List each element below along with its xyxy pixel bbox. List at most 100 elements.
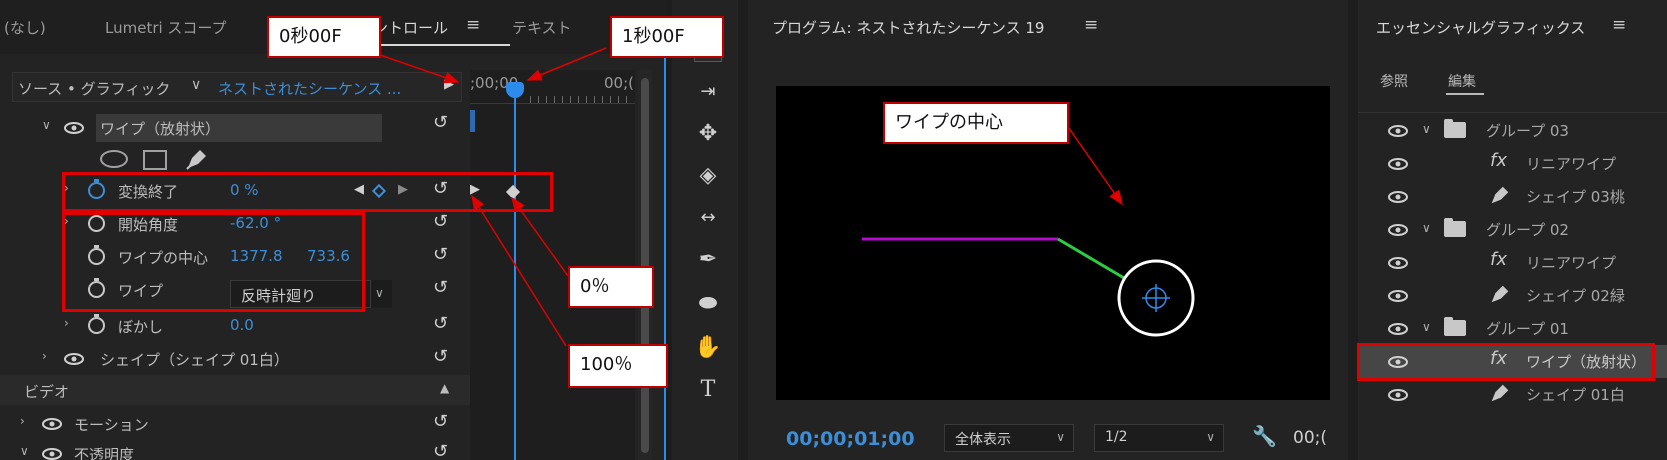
active-tab-underline — [1446, 93, 1484, 95]
section-label: ビデオ — [24, 383, 70, 401]
wrench-icon[interactable]: 🔧 — [1252, 424, 1277, 448]
chevron-down-icon[interactable]: ∨ — [191, 77, 201, 93]
effect-row-shape: › シェイプ（シェイプ 01白） ↺ — [0, 343, 470, 373]
layer-item[interactable]: シェイプ 02緑 — [1358, 279, 1667, 312]
layer-item[interactable]: シェイプ 01白 — [1358, 378, 1667, 411]
panel-menu-icon[interactable]: ≡ — [1612, 15, 1626, 35]
layer-item[interactable]: ∨ グループ 01 — [1358, 312, 1667, 345]
chevron-right-icon[interactable]: › — [64, 316, 69, 330]
layer-label: グループ 02 — [1486, 221, 1569, 239]
chevron-down-icon[interactable]: ∨ — [42, 118, 51, 132]
duration-display: 00;( — [1293, 428, 1327, 448]
timecode-display[interactable]: 00;00;01;00 — [786, 428, 915, 450]
divider — [1358, 112, 1667, 113]
chevron-down-icon[interactable]: ∨ — [370, 280, 392, 308]
zoom-select[interactable]: 全体表示 ∨ — [944, 424, 1074, 452]
rectangle-mask-icon[interactable] — [143, 150, 167, 170]
active-tab-underline — [378, 44, 510, 46]
layer-label: グループ 03 — [1486, 122, 1569, 140]
layer-label: シェイプ 02緑 — [1526, 287, 1625, 305]
reset-icon[interactable]: ↺ — [433, 411, 448, 432]
chevron-down-icon[interactable]: ∨ — [1422, 320, 1431, 334]
chevron-down-icon[interactable]: ∨ — [1422, 122, 1431, 136]
eye-icon[interactable] — [1388, 224, 1408, 236]
tab-browse[interactable]: 参照 — [1380, 71, 1408, 91]
eye-icon[interactable] — [64, 122, 84, 134]
source-clip-row: ソース • グラフィック ∨ ネストされたシーケンス ... — [12, 72, 462, 102]
eye-icon[interactable] — [1388, 158, 1408, 170]
eye-icon[interactable] — [1388, 191, 1408, 203]
monitor-title: プログラム: ネストされたシーケンス 19 — [772, 19, 1045, 37]
chevron-down-icon[interactable]: ∨ — [1422, 221, 1431, 235]
ellipse-tool-icon[interactable]: ⬬ — [694, 290, 722, 318]
essential-graphics-panel: エッセンシャルグラフィックス ≡ 参照 編集 ∨ グループ 03 fx リニアワ… — [1358, 0, 1667, 460]
chevron-right-icon[interactable]: › — [20, 414, 25, 428]
reset-icon[interactable]: ↺ — [433, 277, 448, 298]
reset-icon[interactable]: ↺ — [433, 346, 448, 367]
reset-icon[interactable]: ↺ — [433, 244, 448, 265]
callout-wipe-center: ワイプの中心 — [883, 102, 1069, 144]
effect-row-opacity: ∨ 不透明度 ↺ — [0, 440, 470, 460]
layer-label: シェイプ 01白 — [1526, 386, 1625, 404]
param-row-feather: › ぼかし 0.0 ↺ — [0, 310, 470, 340]
callout-zero-sec: 0秒00F — [267, 16, 381, 58]
folder-icon — [1444, 119, 1466, 138]
pen-tool-icon[interactable]: ✒ — [694, 246, 722, 274]
type-tool-icon[interactable]: T — [694, 376, 722, 404]
select-value: 1/2 — [1105, 429, 1128, 445]
eye-icon[interactable] — [42, 448, 62, 460]
program-monitor: プログラム: ネストされたシーケンス 19 ≡ 00;00;01;00 全体表示… — [748, 0, 1348, 460]
sequence-label[interactable]: ネストされたシーケンス ... — [218, 78, 401, 99]
collapse-icon[interactable]: ▲ — [440, 381, 449, 395]
param-value[interactable]: 0.0 — [230, 316, 254, 334]
panel-menu-icon[interactable]: ≡ — [1084, 15, 1098, 35]
stopwatch-icon[interactable] — [88, 314, 105, 334]
reset-icon[interactable]: ↺ — [433, 441, 448, 460]
layer-label: グループ 01 — [1486, 320, 1569, 338]
panel-menu-icon[interactable]: ≡ — [466, 15, 480, 35]
eye-icon[interactable] — [1388, 389, 1408, 401]
track-select-tool-icon[interactable]: ⇥ — [694, 78, 722, 106]
resolution-select[interactable]: 1/2 ∨ — [1094, 424, 1224, 452]
tab-edit[interactable]: 編集 — [1448, 71, 1476, 91]
ripple-edit-tool-icon[interactable]: ✥ — [694, 120, 722, 148]
chevron-down-icon[interactable]: ∨ — [20, 444, 29, 458]
source-label[interactable]: ソース • グラフィック — [18, 78, 170, 99]
slip-tool-icon[interactable]: ↔ — [694, 204, 722, 232]
reset-icon[interactable]: ↺ — [433, 211, 448, 232]
layer-label: シェイプ（シェイプ 01白） — [100, 351, 289, 369]
layer-item[interactable]: fx リニアワイプ — [1358, 246, 1667, 279]
pen-icon — [1491, 186, 1509, 204]
param-label: ぼかし — [118, 318, 164, 336]
eye-icon[interactable] — [1388, 290, 1408, 302]
ellipse-mask-icon[interactable] — [100, 150, 128, 168]
highlight-box-params — [62, 212, 365, 312]
razor-tool-icon[interactable]: ◈ — [694, 162, 722, 190]
playhead-line[interactable] — [514, 96, 516, 460]
tab-none[interactable]: (なし) — [4, 17, 46, 38]
callout-hundred-pct: 100％ — [568, 344, 668, 388]
chevron-right-icon[interactable]: › — [42, 349, 47, 363]
pen-mask-icon[interactable] — [184, 146, 210, 172]
eye-icon[interactable] — [64, 353, 84, 365]
effect-label: 不透明度 — [74, 446, 135, 460]
layer-item[interactable]: ∨ グループ 02 — [1358, 213, 1667, 246]
tab-lumetri-scopes[interactable]: Lumetri スコープ — [105, 17, 227, 38]
layer-item[interactable]: fx リニアワイプ — [1358, 147, 1667, 180]
reset-icon[interactable]: ↺ — [433, 313, 448, 334]
layer-item[interactable]: シェイプ 03桃 — [1358, 180, 1667, 213]
reset-icon[interactable]: ↺ — [433, 112, 448, 133]
eye-icon[interactable] — [1388, 257, 1408, 269]
eye-icon[interactable] — [1388, 125, 1408, 137]
mini-timeline[interactable] — [470, 70, 635, 460]
crosshair-icon[interactable] — [1142, 284, 1170, 312]
callout-zero-pct: 0％ — [568, 266, 654, 308]
eye-icon[interactable] — [1388, 323, 1408, 335]
layer-item[interactable]: ∨ グループ 03 — [1358, 114, 1667, 147]
play-icon[interactable]: ▶ — [444, 77, 454, 92]
hand-tool-icon[interactable]: ✋ — [694, 334, 722, 362]
eye-icon[interactable] — [42, 418, 62, 430]
tab-text[interactable]: テキスト — [512, 17, 572, 38]
ruler-end-time: 00;( — [604, 74, 634, 92]
effect-row-motion: › モーション ↺ — [0, 408, 470, 438]
